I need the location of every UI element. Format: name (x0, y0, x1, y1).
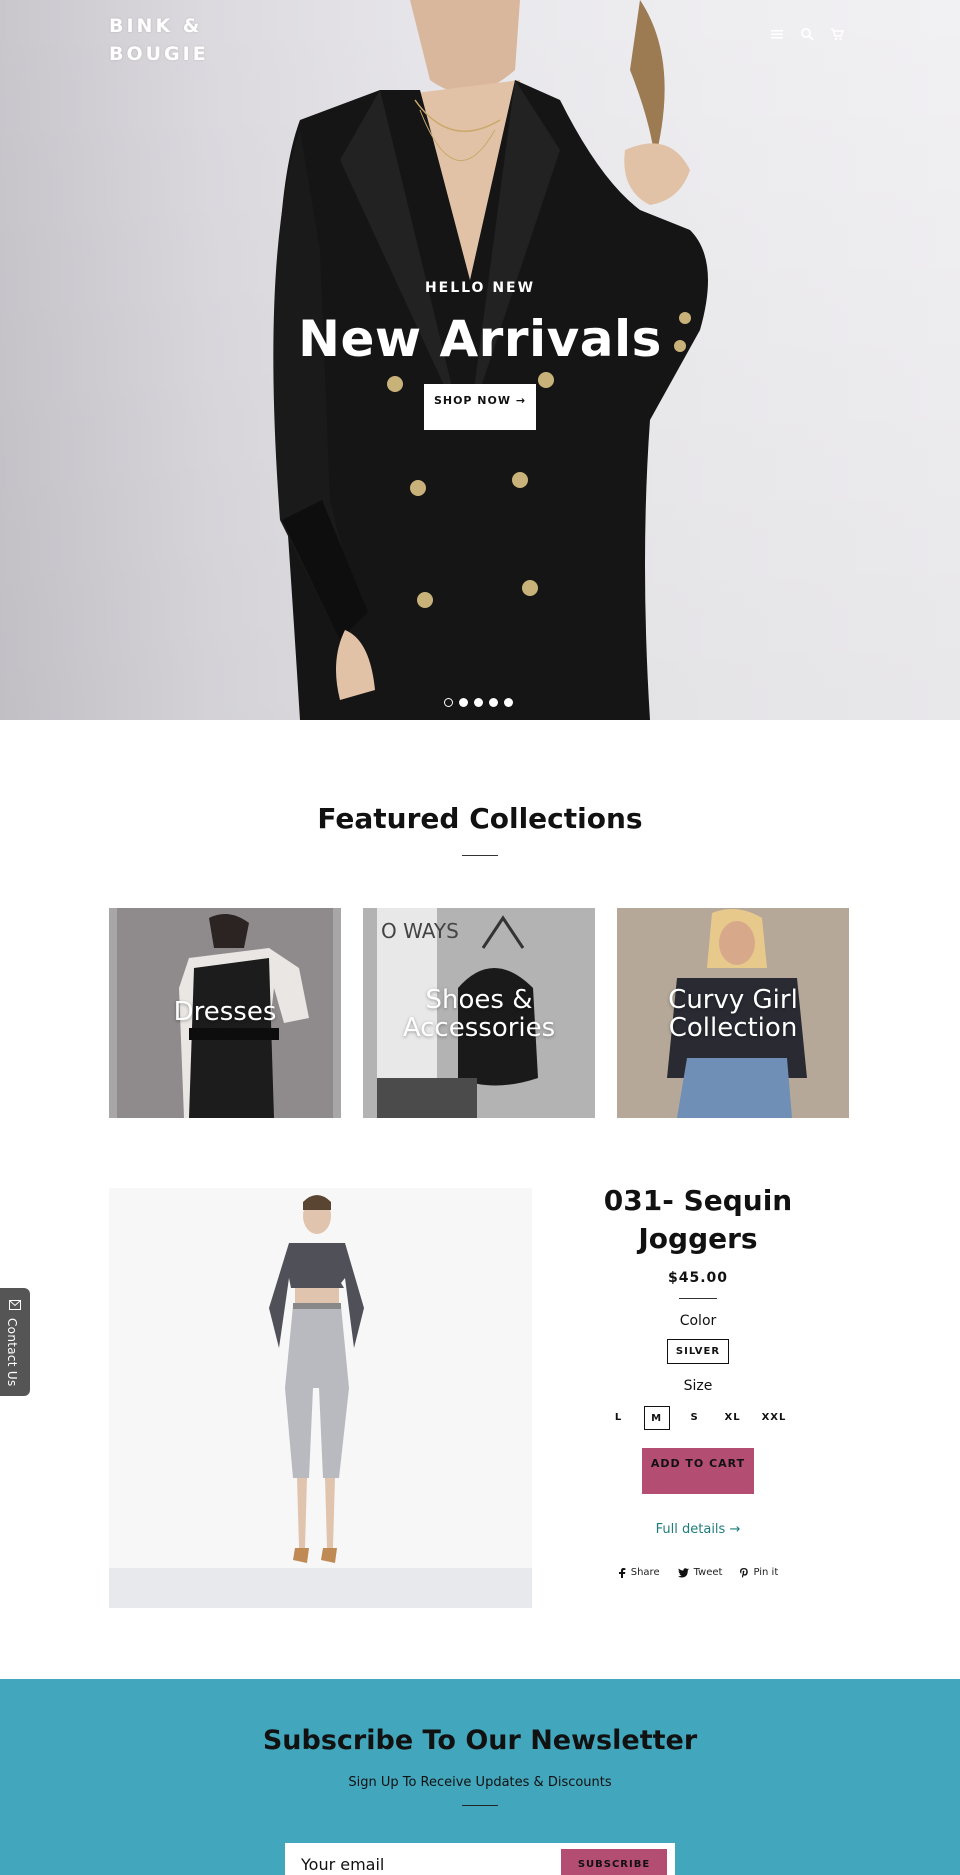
pinterest-icon (740, 1567, 749, 1578)
contact-us-tab[interactable]: Contact Us (0, 1288, 30, 1396)
add-to-cart-button[interactable]: ADD TO CART (642, 1448, 754, 1494)
product-image[interactable] (109, 1188, 532, 1608)
size-options: L M S XL XXL (570, 1406, 826, 1430)
share-pinterest-button[interactable]: Pin it (740, 1567, 778, 1578)
size-option-xxl[interactable]: XXL (758, 1406, 791, 1430)
newsletter-form: Your email SUBSCRIBE (285, 1843, 675, 1875)
collection-tile-curvy-girl[interactable]: Curvy Girl Collection (617, 908, 849, 1118)
hero-caption: HELLO NEW New Arrivals SHOP NOW → (0, 280, 960, 430)
full-details-link[interactable]: Full details → (570, 1522, 826, 1537)
shop-now-button[interactable]: SHOP NOW → (424, 384, 536, 430)
featured-collections-title: Featured Collections (317, 802, 643, 835)
product-title: 031- Sequin Joggers (603, 1184, 793, 1255)
email-input[interactable]: Your email (301, 1855, 384, 1874)
product-price: $45.00 (667, 1270, 729, 1286)
slide-dot[interactable] (459, 698, 468, 707)
share-label: Share (630, 1567, 660, 1578)
size-option-xl[interactable]: XL (720, 1406, 746, 1430)
search-icon[interactable] (800, 26, 814, 41)
store-logo[interactable]: BINK & BOUGIE (109, 12, 229, 68)
size-option-m[interactable]: M (643, 1406, 670, 1430)
collection-label: Dresses (173, 997, 277, 1027)
color-label: Color (679, 1313, 717, 1329)
cart-icon[interactable] (830, 26, 845, 41)
collection-tile-shoes-accessories[interactable]: O WAYS Shoes & Accessories (363, 908, 595, 1118)
slide-dot[interactable] (474, 698, 483, 707)
slide-dots (444, 698, 513, 707)
tweet-label: Tweet (693, 1567, 723, 1578)
size-label: Size (683, 1378, 713, 1394)
newsletter-title: Subscribe To Our Newsletter (262, 1725, 698, 1756)
product-details: 031- Sequin Joggers $45.00 Color SILVER … (570, 1182, 826, 1578)
hero-slideshow: BINK & BOUGIE HELLO NEW New Arrivals SHO… (0, 0, 960, 720)
collection-label: Curvy Girl Collection (668, 985, 798, 1043)
pin-label: Pin it (753, 1567, 779, 1578)
newsletter-section: Subscribe To Our Newsletter Sign Up To R… (0, 1679, 960, 1875)
newsletter-subtitle: Sign Up To Receive Updates & Discounts (348, 1775, 612, 1790)
collection-label: Shoes & Accessories (402, 985, 556, 1043)
mail-icon (9, 1300, 21, 1310)
size-option-l[interactable]: L (606, 1406, 632, 1430)
twitter-icon (677, 1567, 689, 1577)
slide-dot[interactable] (489, 698, 498, 707)
menu-icon[interactable] (770, 26, 784, 40)
svg-text:O WAYS: O WAYS (381, 919, 459, 943)
section-divider (462, 855, 498, 856)
slide-dot[interactable] (504, 698, 513, 707)
slide-dot[interactable] (444, 698, 453, 707)
header-icons (770, 26, 845, 41)
subscribe-button[interactable]: SUBSCRIBE (561, 1849, 667, 1875)
share-twitter-button[interactable]: Tweet (677, 1567, 723, 1578)
size-option-s[interactable]: S (682, 1406, 708, 1430)
hero-kicker: HELLO NEW (424, 280, 536, 296)
facebook-icon (618, 1567, 626, 1578)
section-divider (679, 1298, 717, 1299)
section-divider (462, 1805, 498, 1806)
contact-us-label: Contact Us (5, 1318, 19, 1387)
color-option-silver[interactable]: SILVER (666, 1339, 730, 1364)
hero-title: New Arrivals (298, 310, 662, 368)
share-facebook-button[interactable]: Share (618, 1567, 660, 1578)
collection-tile-dresses[interactable]: Dresses (109, 908, 341, 1118)
social-share: Share Tweet Pin it (570, 1567, 826, 1578)
